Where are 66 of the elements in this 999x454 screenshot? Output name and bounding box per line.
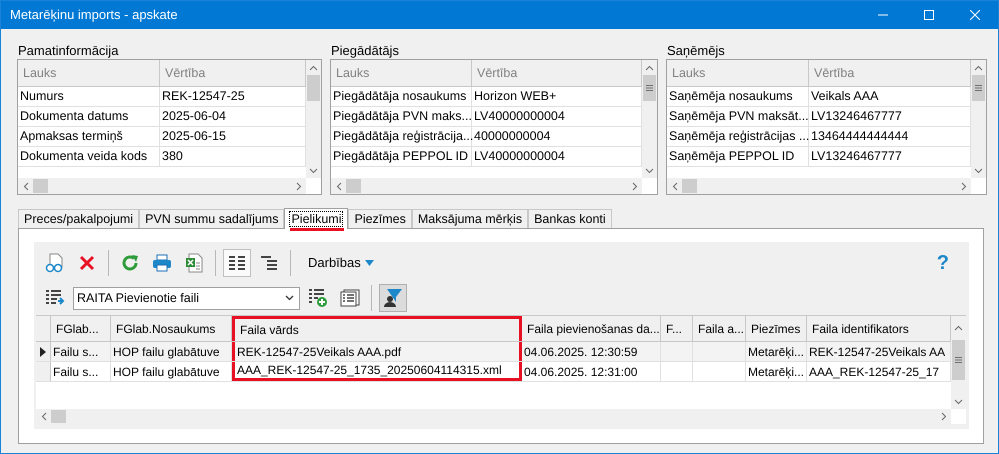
scroll-thumb[interactable] <box>643 75 656 101</box>
vertical-scrollbar[interactable] <box>642 60 657 178</box>
table-cell: Saņēmēja nosaukums <box>667 87 809 106</box>
table-row[interactable]: Failu s... HOP failu glabātuve AAA_REK-12547-25_1735_20250604114315.xml 04.06.2025. 12:31:00 Metarēķi... AAA_REK-12547-25_17 <box>36 362 951 382</box>
tab[interactable]: PVN summu sadalījums <box>139 209 284 228</box>
caret-icon <box>364 260 374 266</box>
scroll-thumb[interactable] <box>33 179 48 193</box>
close-icon <box>970 10 980 20</box>
window-title: Metarēķinu imports - apskate <box>10 6 178 24</box>
grip-icon <box>955 357 962 363</box>
tab[interactable]: Bankas konti <box>528 209 612 228</box>
table-cell: Metarēķi... <box>746 362 807 381</box>
table-cell: 04.06.2025. 12:31:00 <box>522 362 661 381</box>
table-cell: Piegādātāja PEPPOL ID <box>331 147 472 166</box>
table-cell: Numurs <box>18 87 160 106</box>
scroll-thumb[interactable] <box>682 179 697 193</box>
scroll-thumb[interactable] <box>307 75 320 101</box>
column-header[interactable]: Faila pievienošanas da... <box>522 316 661 341</box>
table-cell: Dokumenta datums <box>18 107 160 126</box>
tab[interactable]: Preces/pakalpojumi <box>18 209 140 228</box>
current-row-icon <box>40 346 46 356</box>
tab[interactable]: Piezīmes <box>348 209 412 228</box>
column-header[interactable]: Piezīmes <box>746 316 807 341</box>
vertical-scrollbar[interactable] <box>971 60 986 178</box>
tab[interactable]: Pielikumi <box>284 208 348 229</box>
table-cell: Saņēmēja reģistrācijas ... <box>667 127 809 146</box>
vertical-scrollbar[interactable] <box>951 316 966 409</box>
horizontal-scrollbar[interactable] <box>18 178 306 194</box>
table-cell: Piegādātāja reģistrācija... <box>331 127 472 146</box>
grip-icon <box>975 85 982 91</box>
horizontal-scrollbar[interactable] <box>36 409 951 424</box>
grip-icon <box>646 85 653 91</box>
scroll-thumb[interactable] <box>972 75 985 101</box>
maximize-icon <box>924 10 934 20</box>
table-cell: Piegādātāja PVN maks... <box>331 107 472 126</box>
table-cell: Saņēmēja PEPPOL ID <box>667 147 809 166</box>
horizontal-scrollbar[interactable] <box>331 178 642 194</box>
panel-title: Pamatinformācija <box>18 42 120 59</box>
scroll-thumb[interactable] <box>952 340 965 380</box>
user-filter-icon[interactable] <box>379 284 407 312</box>
table-cell: Dokumenta veida kods <box>18 147 160 166</box>
list-view-icon[interactable] <box>223 248 251 276</box>
scroll-thumb[interactable] <box>346 179 361 193</box>
horizontal-scrollbar[interactable] <box>667 178 971 194</box>
column-header[interactable]: Faila a... <box>693 316 746 341</box>
tab[interactable]: Maksājuma mērķis <box>412 209 528 228</box>
table-cell: Failu s... <box>51 342 111 361</box>
table-cell: AAA_REK-12547-25_1735_20250604114315.xml <box>232 362 522 381</box>
vertical-scrollbar[interactable] <box>306 60 321 178</box>
column-header[interactable]: FGlab... <box>51 316 111 341</box>
table-cell: Failu s... <box>51 362 111 381</box>
table-cell: Saņēmēja PVN maksāt... <box>667 107 809 126</box>
view-select[interactable]: RAITA Pievienotie faili <box>73 286 300 310</box>
table-row[interactable]: Failu s... HOP failu glabātuve REK-12547-25Veikals AAA.pdf 04.06.2025. 12:30:59 Metarēķi... REK-12547-25Veikals AA <box>36 342 951 362</box>
actions-menu-button[interactable]: Darbības <box>308 252 374 272</box>
column-header[interactable]: FGlab.Nosaukums <box>111 316 232 341</box>
panel-title: Piegādātājs <box>331 42 400 59</box>
panel-title: Saņēmējs <box>667 42 726 59</box>
table-cell: Piegādātāja nosaukums <box>331 87 472 106</box>
table-cell: HOP failu glabātuve <box>111 342 232 361</box>
scroll-thumb[interactable] <box>51 410 66 423</box>
table-cell: Metarēķi... <box>746 342 807 361</box>
table-cell: 04.06.2025. 12:30:59 <box>522 342 661 361</box>
column-header[interactable]: F... <box>661 316 693 341</box>
table-cell: HOP failu glabātuve <box>111 362 232 381</box>
table-cell: Apmaksas termiņš <box>18 127 160 146</box>
